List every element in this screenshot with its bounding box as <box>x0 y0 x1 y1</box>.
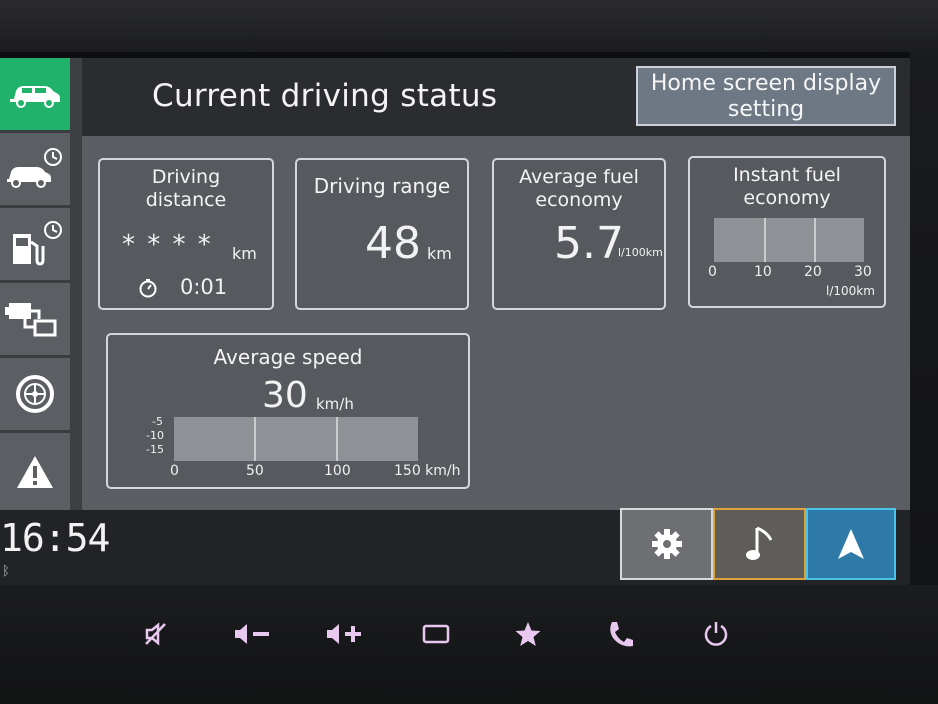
average-speed-label: Average speed <box>213 345 363 369</box>
bar-divider <box>814 218 816 262</box>
driving-distance-value: * * * * <box>122 230 213 260</box>
average-speed-x-tick: 50 <box>246 463 264 479</box>
volume-down-icon[interactable] <box>232 618 272 650</box>
driving-distance-label-line1: Driving <box>151 166 221 188</box>
bar-divider <box>764 218 766 262</box>
average-fuel-economy-unit: l/100km <box>618 246 663 259</box>
instant-fuel-economy-unit: l/100km <box>826 284 875 298</box>
instant-fuel-economy-label-line1: Instant fuel <box>733 164 841 186</box>
average-fuel-economy-card[interactable]: Average fuel economy 5.7 l/100km <box>492 158 666 310</box>
driving-range-unit: km <box>427 244 452 263</box>
average-fuel-economy-label-line1: Average fuel <box>519 166 639 188</box>
phone-icon[interactable] <box>604 618 636 650</box>
tire-icon <box>16 375 54 413</box>
sidebar-item-trip-history[interactable] <box>0 133 70 208</box>
instant-fuel-tick: 20 <box>804 264 822 280</box>
sidebar-item-driving-status[interactable] <box>0 58 70 133</box>
mute-icon[interactable] <box>140 618 172 650</box>
warning-icon <box>17 455 53 488</box>
sidebar-item-fuel-history[interactable] <box>0 208 70 283</box>
driving-range-card[interactable]: Driving range 48 km <box>295 158 469 310</box>
volume-up-icon[interactable] <box>324 618 364 650</box>
driving-distance-card[interactable]: Driving distance * * * * km 0:01 <box>98 158 274 310</box>
instant-fuel-tick: 30 <box>854 264 872 280</box>
driving-distance-unit: km <box>232 244 257 263</box>
instant-fuel-economy-bar <box>714 218 864 262</box>
sidebar-item-tires[interactable] <box>0 358 70 433</box>
engine-transmission-icon <box>5 303 57 337</box>
average-speed-x-tick: 100 <box>324 463 351 479</box>
car-clock-icon <box>7 148 62 188</box>
bar-divider <box>254 417 256 461</box>
average-speed-y-tick: -15 <box>146 443 164 456</box>
instant-fuel-economy-card[interactable]: Instant fuel economy 0 10 20 30 l/100km <box>688 156 886 308</box>
bluetooth-icon: ᛒ <box>2 564 10 579</box>
average-speed-value: 30 <box>262 375 308 416</box>
average-fuel-economy-value: 5.7 <box>554 218 624 269</box>
favorite-star-icon[interactable] <box>512 618 544 650</box>
fuel-clock-icon <box>13 221 62 266</box>
driving-range-label: Driving range <box>313 174 451 198</box>
sidebar-item-warnings[interactable] <box>0 433 70 513</box>
instant-fuel-tick: 0 <box>708 264 717 280</box>
average-speed-x-tick: 150 km/h <box>394 463 461 479</box>
clock: 16:54 <box>0 516 110 560</box>
navigation-arrow-icon <box>838 529 864 559</box>
average-speed-y-tick: -5 <box>152 415 163 428</box>
driving-range-value: 48 <box>365 218 421 269</box>
sidebar <box>0 58 86 513</box>
average-speed-y-tick: -10 <box>146 429 164 442</box>
page-title: Current driving status <box>152 78 498 114</box>
average-speed-x-tick: 0 <box>170 463 179 479</box>
driving-distance-label-line2: distance <box>145 189 227 211</box>
driving-time-value: 0:01 <box>180 275 228 299</box>
car-icon <box>10 86 60 108</box>
power-icon[interactable] <box>700 618 732 650</box>
settings-tab[interactable] <box>620 508 713 580</box>
bar-divider <box>336 417 338 461</box>
home-screen-display-setting-button[interactable]: Home screen display setting <box>636 66 896 126</box>
music-tab[interactable] <box>713 508 806 580</box>
average-speed-unit: km/h <box>316 395 354 413</box>
stopwatch-icon <box>138 278 158 298</box>
music-note-icon <box>745 526 772 560</box>
screen-icon[interactable] <box>420 618 452 650</box>
navigation-tab[interactable] <box>806 508 896 580</box>
gear-icon <box>651 529 682 559</box>
average-fuel-economy-label-line2: economy <box>535 189 623 211</box>
instant-fuel-tick: 10 <box>754 264 772 280</box>
instant-fuel-economy-label-line2: economy <box>743 187 831 209</box>
sidebar-item-powertrain[interactable] <box>0 283 70 358</box>
average-speed-card[interactable]: Average speed 30 km/h -5 -10 -15 0 50 10… <box>106 333 470 489</box>
average-speed-bar <box>174 417 418 461</box>
